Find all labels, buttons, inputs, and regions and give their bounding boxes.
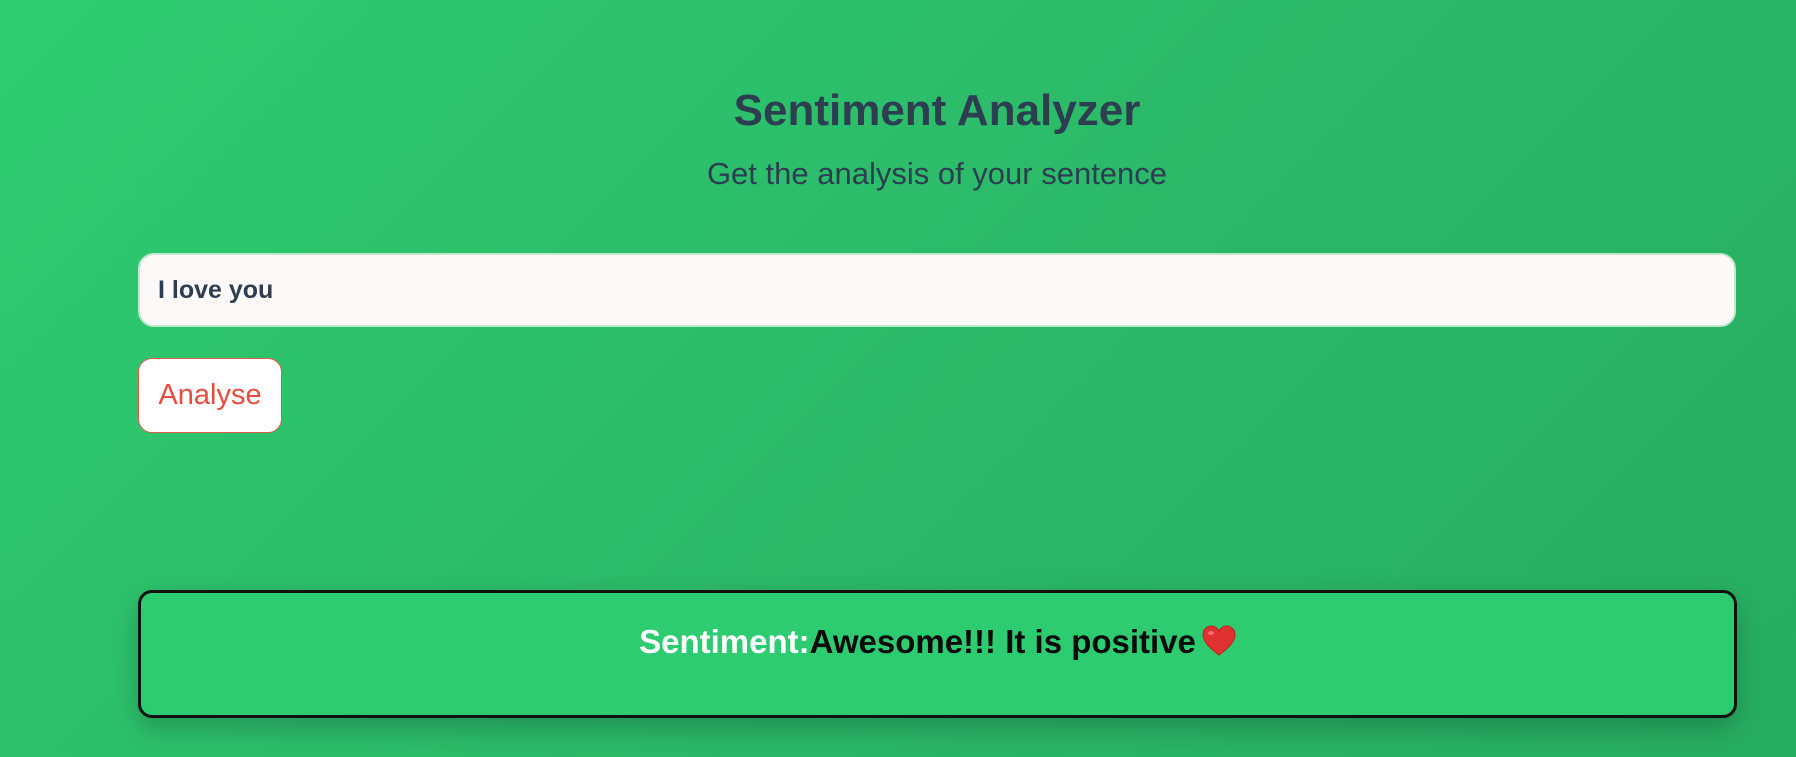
sentence-input-container [138,253,1736,327]
heart-icon [1202,623,1236,669]
result-label: Sentiment: [639,623,810,660]
result-box: Sentiment:Awesome!!! It is positive [138,590,1737,718]
sentence-input[interactable] [140,255,1734,325]
result-line: Sentiment:Awesome!!! It is positive [141,619,1734,669]
page-subtitle: Get the analysis of your sentence [706,156,1168,191]
page-header: Sentiment Analyzer Get the analysis of y… [0,80,1796,204]
page-title: Sentiment Analyzer [733,86,1141,135]
result-value: Awesome!!! It is positive [809,623,1196,660]
analyse-button[interactable]: Analyse [138,358,282,433]
